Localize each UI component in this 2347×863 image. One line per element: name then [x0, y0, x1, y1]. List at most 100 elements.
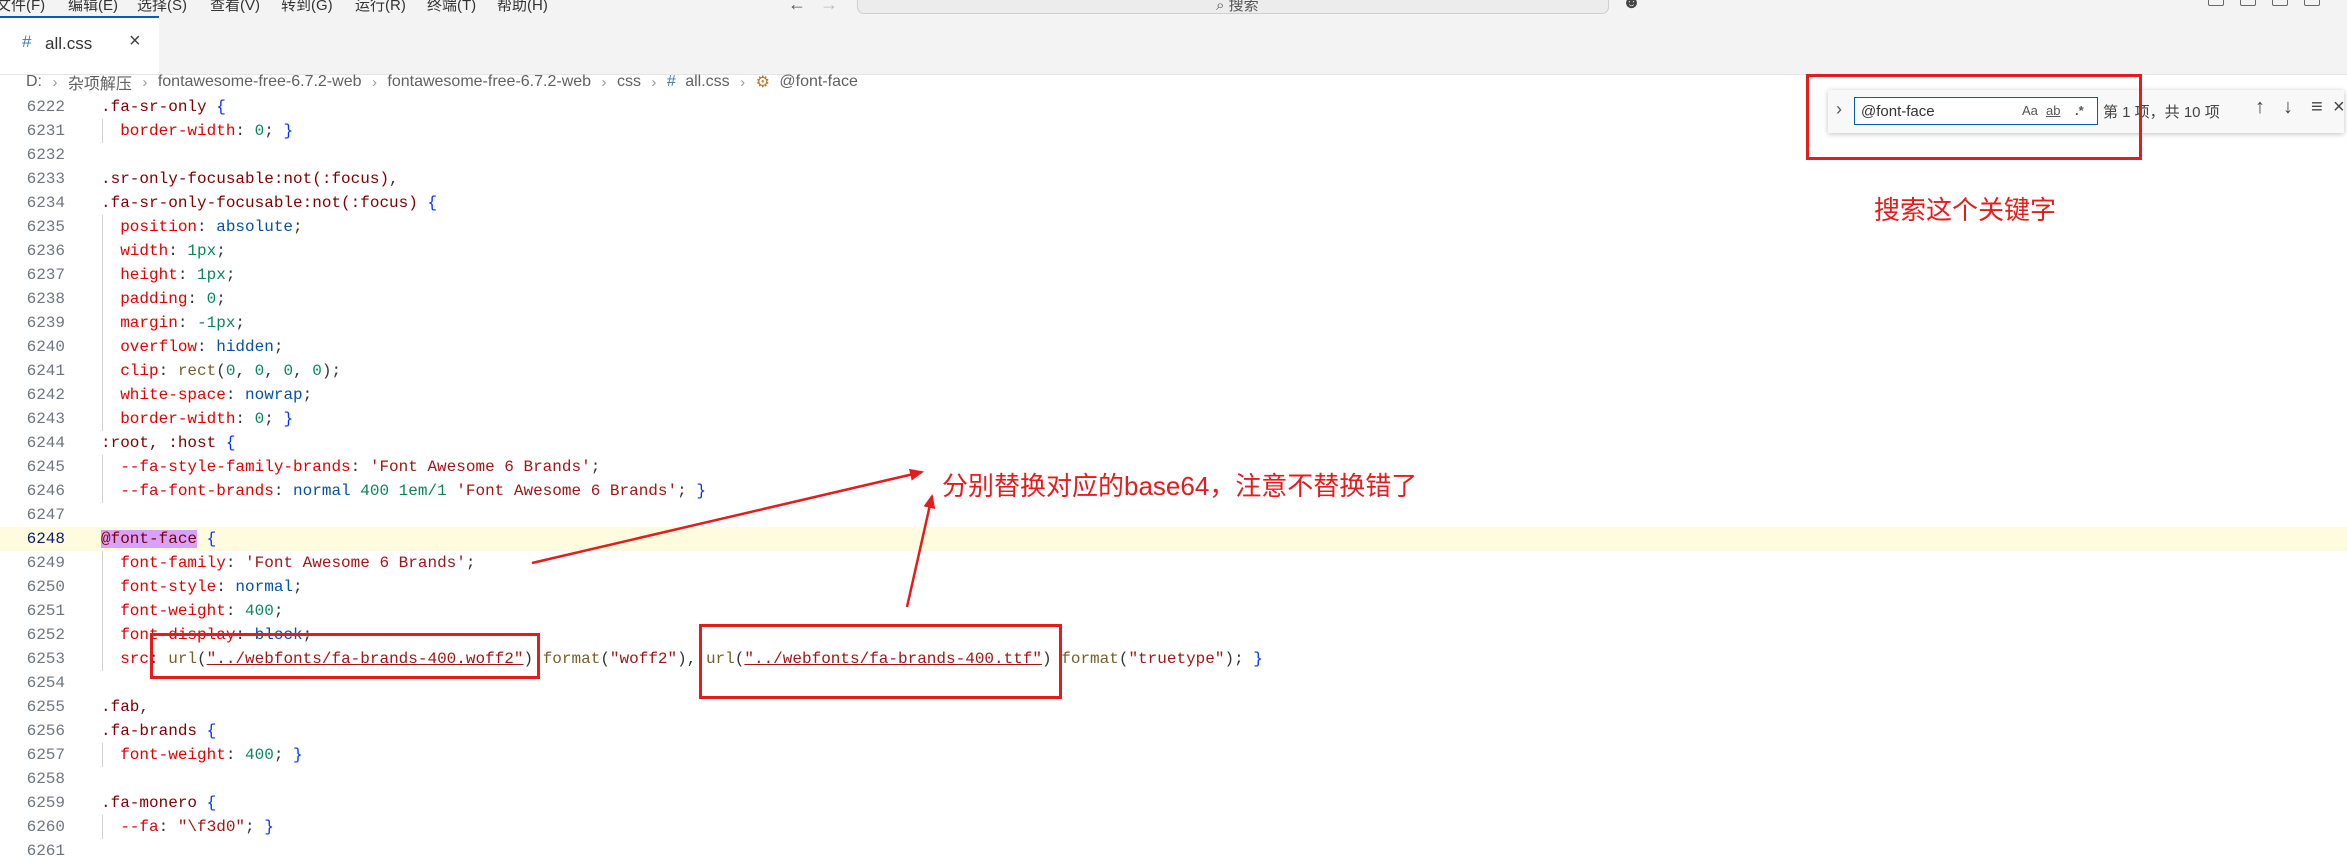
code-text: font-weight: 400;: [120, 602, 284, 620]
line-number: 6246: [26, 482, 65, 500]
arrow-up-icon[interactable]: ↑: [2255, 96, 2265, 119]
code-line[interactable]: 6242 white-space: nowrap;: [0, 383, 2347, 407]
line-number: 6239: [26, 314, 65, 332]
forward-arrow-icon[interactable]: →: [820, 0, 838, 15]
code-line[interactable]: 6238 padding: 0;: [0, 287, 2347, 311]
code-text: --fa-font-brands: normal 400 1em/1 'Font…: [120, 482, 706, 500]
line-number: 6252: [26, 626, 65, 644]
line-number: 6242: [26, 386, 65, 404]
breadcrumb-drive[interactable]: D:: [26, 73, 42, 91]
code-line[interactable]: 6236 width: 1px;: [0, 239, 2347, 263]
breadcrumb-symbol[interactable]: @font-face: [779, 73, 858, 91]
code-line[interactable]: 6250 font-style: normal;: [0, 575, 2347, 599]
arrow-down-icon[interactable]: ↓: [2283, 96, 2293, 119]
code-text: .fa-brands {: [101, 722, 217, 740]
code-text: --fa-style-family-brands: 'Font Awesome …: [120, 458, 601, 476]
menu-help[interactable]: 帮助(H): [497, 0, 548, 15]
customize-layout-icon[interactable]: [2208, 0, 2224, 6]
code-line[interactable]: 6261: [0, 839, 2347, 863]
search-icon: ⌕: [1216, 0, 1225, 14]
indent-guide: [102, 311, 103, 335]
code-line[interactable]: 6239 margin: -1px;: [0, 311, 2347, 335]
indent-guide: [102, 287, 103, 311]
annotation-box-find: [1806, 74, 2142, 160]
breadcrumb-folder[interactable]: fontawesome-free-6.7.2-web: [158, 73, 362, 91]
code-text: .sr-only-focusable:not(:focus),: [101, 170, 399, 188]
indent-guide: [102, 407, 103, 431]
line-number: 6248: [26, 530, 65, 548]
code-text: font-weight: 400; }: [120, 746, 303, 764]
back-arrow-icon[interactable]: ←: [788, 0, 806, 15]
line-number: 6260: [26, 818, 65, 836]
toggle-primary-sidebar-icon[interactable]: [2240, 0, 2256, 6]
code-line[interactable]: 6249 font-family: 'Font Awesome 6 Brands…: [0, 551, 2347, 575]
indent-guide: [102, 119, 103, 143]
line-number: 6253: [26, 650, 65, 668]
css-file-icon: #: [666, 73, 676, 90]
close-icon[interactable]: ×: [2333, 96, 2345, 119]
menu-view[interactable]: 查看(V): [210, 0, 260, 15]
menu-selection[interactable]: 选择(S): [137, 0, 187, 15]
code-line[interactable]: 6240 overflow: hidden;: [0, 335, 2347, 359]
code-line[interactable]: 6247: [0, 503, 2347, 527]
line-number: 6233: [26, 170, 65, 188]
code-line[interactable]: 6257 font-weight: 400; }: [0, 743, 2347, 767]
breadcrumb-folder[interactable]: css: [617, 73, 641, 91]
code-line[interactable]: 6255 .fab,: [0, 695, 2347, 719]
code-text: clip: rect(0, 0, 0, 0);: [120, 362, 342, 380]
breadcrumb: D: › 杂项解压 › fontawesome-free-6.7.2-web ›…: [26, 70, 858, 94]
chevron-right-icon: ›: [601, 73, 607, 91]
breadcrumb-file[interactable]: all.css: [685, 73, 729, 91]
indent-guide: [102, 359, 103, 383]
indent-guide: [102, 575, 103, 599]
code-text: padding: 0;: [120, 290, 226, 308]
code-line[interactable]: 6260 --fa: "\f3d0"; }: [0, 815, 2347, 839]
code-line[interactable]: 6259 .fa-monero {: [0, 791, 2347, 815]
code-line[interactable]: 6237 height: 1px;: [0, 263, 2347, 287]
toggle-secondary-sidebar-icon[interactable]: [2304, 0, 2320, 6]
annotation-search-note: 搜索这个关键字: [1874, 195, 2057, 225]
indent-guide: [102, 599, 103, 623]
breadcrumb-folder[interactable]: 杂项解压: [68, 70, 132, 94]
code-text: font-family: 'Font Awesome 6 Brands';: [120, 554, 476, 572]
close-icon[interactable]: ×: [129, 30, 141, 53]
line-number: 6259: [26, 794, 65, 812]
code-text: .fa-sr-only {: [101, 98, 226, 116]
code-line[interactable]: 6251 font-weight: 400;: [0, 599, 2347, 623]
copilot-icon[interactable]: ☻: [1622, 0, 1641, 13]
indent-guide: [102, 815, 103, 839]
code-line[interactable]: 6258: [0, 767, 2347, 791]
command-center-label: ⌕ 搜索: [1216, 0, 1259, 15]
code-text: margin: -1px;: [120, 314, 246, 332]
css-file-icon: #: [22, 32, 32, 51]
menu-file[interactable]: 文件(F): [0, 0, 45, 15]
menu-edit[interactable]: 编辑(E): [68, 0, 118, 15]
code-line[interactable]: 6243 border-width: 0; }: [0, 407, 2347, 431]
code-line[interactable]: 6241 clip: rect(0, 0, 0, 0);: [0, 359, 2347, 383]
breadcrumb-folder[interactable]: fontawesome-free-6.7.2-web: [387, 73, 591, 91]
code-text: .fab,: [101, 698, 150, 716]
tab-all-css[interactable]: # all.css ×: [0, 16, 159, 74]
line-number: 6243: [26, 410, 65, 428]
menu-run[interactable]: 运行(R): [355, 0, 406, 15]
line-number: 6235: [26, 218, 65, 236]
menu-terminal[interactable]: 终端(T): [427, 0, 476, 15]
indent-guide: [102, 479, 103, 503]
indent-guide: [102, 455, 103, 479]
code-text: border-width: 0; }: [120, 410, 294, 428]
line-number: 6247: [26, 506, 65, 524]
code-line[interactable]: 6233 .sr-only-focusable:not(:focus),: [0, 167, 2347, 191]
line-number: 6240: [26, 338, 65, 356]
line-number: 6255: [26, 698, 65, 716]
menu-bar: 文件(F) 编辑(E) 选择(S) 查看(V) 转到(G) 运行(R) 终端(T…: [0, 0, 2347, 16]
indent-guide: [102, 623, 103, 647]
line-number: 6234: [26, 194, 65, 212]
find-in-selection-icon[interactable]: ≡: [2311, 96, 2323, 119]
indent-guide: [102, 743, 103, 767]
code-line[interactable]: 6248 @font-face {: [0, 527, 2347, 551]
indent-guide: [102, 383, 103, 407]
menu-go[interactable]: 转到(G): [281, 0, 333, 15]
code-line[interactable]: 6244:root, :host {: [0, 431, 2347, 455]
code-line[interactable]: 6256 .fa-brands {: [0, 719, 2347, 743]
toggle-panel-icon[interactable]: [2272, 0, 2288, 6]
